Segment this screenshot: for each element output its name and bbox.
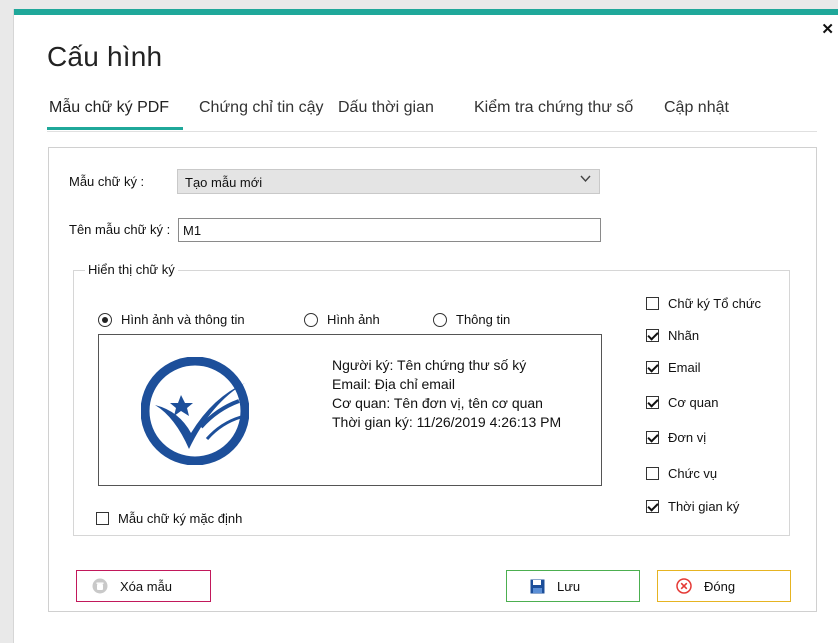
option-position[interactable]: Chức vụ [646,466,717,481]
checkbox-label: Thời gian ký [668,499,740,514]
template-name-label: Tên mẫu chữ ký : [69,222,171,237]
tab-trusted-certificates[interactable]: Chứng chỉ tin cậy [199,99,324,117]
option-signing-time[interactable]: Thời gian ký [646,499,739,514]
dialog-title: Cấu hình [47,41,163,72]
template-select[interactable]: Tạo mẫu mới [177,169,600,194]
checkbox-label: Email [668,360,701,375]
organization-line: Cơ quan: Tên đơn vị, tên cơ quan [332,395,543,411]
accent-bar [14,9,838,15]
tabs-divider [47,131,817,132]
checkbox-label: Mẫu chữ ký mặc định [118,511,243,526]
checkbox-box [646,297,659,310]
signature-display-title: Hiển thị chữ ký [85,262,178,277]
signature-info: Người ký: Tên chứng thư số ký Email: Địa… [332,356,561,432]
radio-dot [98,312,112,327]
active-tab-indicator [47,127,183,130]
signer-line: Người ký: Tên chứng thư số ký [332,357,527,373]
checkbox-box [646,431,659,444]
template-select-value: Tạo mẫu mới [185,175,263,190]
option-label[interactable]: Nhãn [646,328,699,343]
radio-label: Hình ảnh và thông tin [121,312,245,327]
option-organization-signature[interactable]: Chữ ký Tổ chức [646,296,761,311]
radio-dot [304,312,318,327]
radio-image-and-info[interactable]: Hình ảnh và thông tin [98,312,245,327]
checkbox-box [646,467,659,480]
chevron-down-icon [580,174,591,186]
checkbox-box [646,500,659,513]
option-organization[interactable]: Cơ quan [646,395,718,410]
save-button[interactable]: Lưu [506,570,640,602]
radio-label: Hình ảnh [327,312,380,327]
checkbox-box [96,512,109,525]
tab-bar: Mẫu chữ ký PDF Chứng chỉ tin cậy Dấu thờ… [47,99,817,131]
tab-certificate-check[interactable]: Kiểm tra chứng thư số [474,99,633,117]
close-icon[interactable]: ✕ [821,22,834,37]
tab-timestamp[interactable]: Dấu thời gian [338,99,434,117]
settings-panel: Mẫu chữ ký : Tạo mẫu mới Tên mẫu chữ ký … [48,147,817,612]
radio-dot [433,312,447,327]
radio-image[interactable]: Hình ảnh [304,312,380,327]
checkbox-box [646,361,659,374]
ca-seal-logo-icon [141,357,249,465]
trash-icon [92,578,108,594]
floppy-icon [529,578,545,594]
checkbox-label: Chức vụ [668,466,718,481]
option-email[interactable]: Email [646,360,701,375]
default-template-checkbox[interactable]: Mẫu chữ ký mặc định [96,511,242,526]
email-line: Email: Địa chỉ email [332,376,455,392]
option-unit[interactable]: Đơn vị [646,430,706,445]
delete-template-button[interactable]: Xóa mẫu [76,570,211,602]
save-label: Lưu [557,578,581,594]
checkbox-label: Đơn vị [668,430,707,445]
close-button[interactable]: Đóng [657,570,791,602]
radio-info[interactable]: Thông tin [433,312,510,327]
checkbox-label: Cơ quan [668,395,719,410]
config-dialog: ✕ Cấu hình Mẫu chữ ký PDF Chứng chỉ tin … [13,9,838,643]
checkbox-box [646,329,659,342]
checkbox-box [646,396,659,409]
template-name-field[interactable]: M1 [178,218,601,242]
delete-template-label: Xóa mẫu [120,578,173,594]
signature-preview: Người ký: Tên chứng thư số ký Email: Địa… [98,334,602,486]
radio-label: Thông tin [456,312,511,327]
tab-update[interactable]: Cập nhật [664,99,729,117]
close-label: Đóng [704,578,736,594]
checkbox-label: Chữ ký Tổ chức [668,296,762,311]
close-circle-icon [676,578,692,594]
signing-time-line: Thời gian ký: 11/26/2019 4:26:13 PM [332,414,562,430]
tab-pdf-signature-template[interactable]: Mẫu chữ ký PDF [49,99,169,117]
template-label: Mẫu chữ ký : [69,174,145,189]
checkbox-label: Nhãn [668,328,700,343]
